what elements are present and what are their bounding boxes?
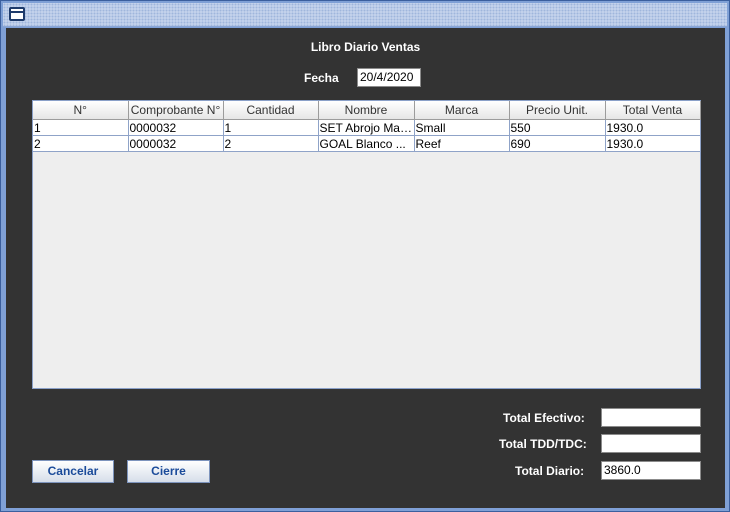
table-cell[interactable]: 550 <box>509 119 606 136</box>
total-efectivo-label: Total Efectivo: <box>503 411 585 425</box>
table-cell[interactable]: 1 <box>223 119 319 136</box>
window-icon <box>9 7 25 21</box>
table-cell[interactable]: 0000032 <box>128 135 224 152</box>
app-window: Libro Diario Ventas Fecha 20/4/2020 N° C… <box>0 0 730 512</box>
content-panel: Libro Diario Ventas Fecha 20/4/2020 N° C… <box>6 28 725 508</box>
table-cell[interactable]: 1930.0 <box>605 135 701 152</box>
table-cell[interactable]: GOAL Blanco ... <box>318 135 415 152</box>
table-cell[interactable]: 2 <box>33 135 129 152</box>
column-header-cantidad[interactable]: Cantidad <box>223 101 319 120</box>
column-header-nombre[interactable]: Nombre <box>318 101 415 120</box>
total-tdd-field[interactable] <box>601 434 701 453</box>
table-cell[interactable]: 2 <box>223 135 319 152</box>
table-cell[interactable]: Small <box>414 119 510 136</box>
ventas-table[interactable]: N° Comprobante N° Cantidad Nombre Marca … <box>33 101 701 152</box>
fecha-label: Fecha <box>304 71 339 85</box>
ventas-table-container[interactable]: N° Comprobante N° Cantidad Nombre Marca … <box>32 100 701 389</box>
cancelar-button[interactable]: Cancelar <box>32 460 114 483</box>
table-cell[interactable]: 0000032 <box>128 119 224 136</box>
column-header-precio-unit[interactable]: Precio Unit. <box>509 101 606 120</box>
title-bar[interactable] <box>3 3 727 27</box>
table-cell[interactable]: 690 <box>509 135 606 152</box>
column-header-numero[interactable]: N° <box>33 101 129 120</box>
table-cell[interactable]: 1930.0 <box>605 119 701 136</box>
table-cell[interactable]: 1 <box>33 119 129 136</box>
table-row[interactable]: 1 0000032 1 SET Abrojo Mar... Small 550 … <box>33 119 701 136</box>
page-title: Libro Diario Ventas <box>310 40 421 54</box>
table-cell[interactable]: Reef <box>414 135 510 152</box>
column-header-marca[interactable]: Marca <box>414 101 510 120</box>
cierre-button[interactable]: Cierre <box>127 460 210 483</box>
column-header-total-venta[interactable]: Total Venta <box>605 101 701 120</box>
column-header-comprobante[interactable]: Comprobante N° <box>128 101 224 120</box>
table-row[interactable]: 2 0000032 2 GOAL Blanco ... Reef 690 193… <box>33 135 701 152</box>
fecha-field[interactable]: 20/4/2020 <box>357 68 421 87</box>
table-header: N° Comprobante N° Cantidad Nombre Marca … <box>33 101 701 120</box>
total-diario-label: Total Diario: <box>515 464 585 478</box>
total-efectivo-field[interactable] <box>601 408 701 427</box>
total-tdd-label: Total TDD/TDC: <box>499 437 587 451</box>
table-cell[interactable]: SET Abrojo Mar... <box>318 119 415 136</box>
total-diario-field[interactable]: 3860.0 <box>601 461 701 480</box>
